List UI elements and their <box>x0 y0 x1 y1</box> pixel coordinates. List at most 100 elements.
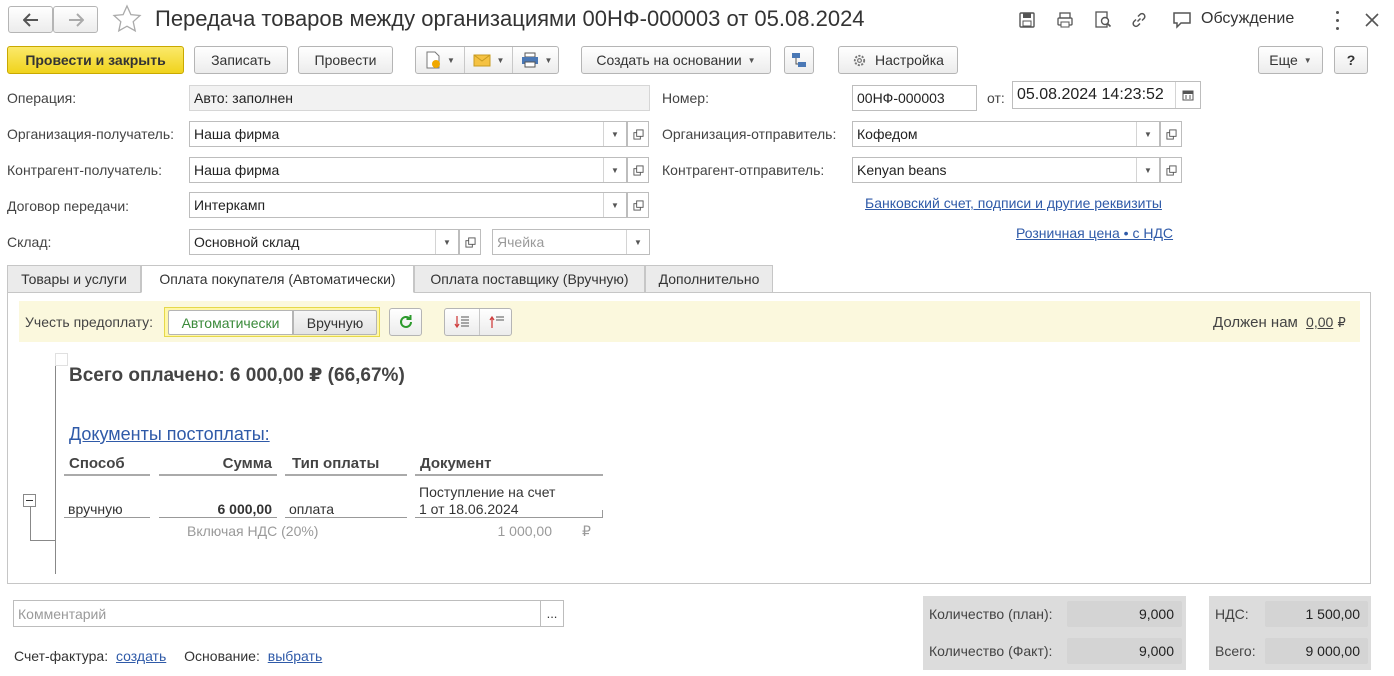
preview-icon[interactable] <box>1092 9 1114 31</box>
row-underline-type <box>285 517 407 518</box>
more-menu-button[interactable]: Еще ▼ <box>1258 46 1323 74</box>
attach-button[interactable]: ▼ <box>416 47 464 73</box>
sort-ascending-icon <box>488 315 504 328</box>
tab-goods-services[interactable]: Товары и услуги <box>7 265 141 293</box>
storage-cell-field[interactable]: Ячейка ▼ <box>492 229 650 255</box>
email-button[interactable]: ▼ <box>465 47 512 73</box>
refresh-icon <box>399 315 412 328</box>
calendar-icon[interactable] <box>1175 82 1200 108</box>
row-method[interactable]: вручную <box>68 501 123 517</box>
header-underline-document <box>415 474 603 476</box>
post-button[interactable]: Провести <box>298 46 393 74</box>
org-sender-field[interactable]: Кофедом ▼ <box>852 121 1160 147</box>
basis-select-link[interactable]: выбрать <box>268 648 323 664</box>
counterparty-sender-value: Kenyan beans <box>857 162 947 178</box>
print-icon[interactable] <box>1054 9 1076 31</box>
discussion-icon[interactable] <box>1171 9 1193 31</box>
post-and-close-button[interactable]: Провести и закрыть <box>7 46 184 74</box>
chevron-down-icon[interactable]: ▼ <box>1136 158 1159 182</box>
warehouse-open-button[interactable] <box>459 229 481 255</box>
counterparty-recipient-open-button[interactable] <box>627 157 649 183</box>
save-button[interactable]: Записать <box>194 46 288 74</box>
chevron-down-icon[interactable]: ▼ <box>626 230 649 254</box>
open-window-icon <box>632 199 644 211</box>
discussion-link[interactable]: Обсуждение <box>1201 10 1294 28</box>
close-icon[interactable] <box>1361 9 1383 31</box>
gear-icon <box>853 54 866 66</box>
settings-button[interactable]: Настройка <box>838 46 958 74</box>
org-recipient-value: Наша фирма <box>194 126 280 142</box>
refresh-button[interactable] <box>389 308 422 336</box>
col-payment-type: Тип оплаты <box>292 455 380 472</box>
sort-asc-button[interactable] <box>480 309 513 335</box>
favorite-star-icon[interactable] <box>112 4 142 37</box>
chevron-down-icon[interactable]: ▼ <box>435 230 458 254</box>
forward-button[interactable] <box>53 6 98 33</box>
comment-field[interactable]: Комментарий <box>13 600 541 627</box>
row-underline-document <box>415 517 603 518</box>
counterparty-sender-open-button[interactable] <box>1160 157 1182 183</box>
prepayment-manual-button[interactable]: Вручную <box>293 310 377 335</box>
collapse-icon[interactable] <box>23 494 36 507</box>
comment-expand-button[interactable]: ... <box>540 600 564 627</box>
chevron-down-icon[interactable]: ▼ <box>603 193 626 217</box>
org-recipient-open-button[interactable] <box>627 121 649 147</box>
org-recipient-label: Организация-получатель: <box>7 126 175 142</box>
arrow-right-icon <box>68 12 84 27</box>
row-document-line2[interactable]: 1 от 18.06.2024 <box>419 501 519 517</box>
storage-cell-placeholder: Ячейка <box>497 234 545 250</box>
open-window-icon <box>1165 164 1177 176</box>
qty-fact-value: 9,000 <box>1067 638 1182 664</box>
create-based-on-button[interactable]: Создать на основании ▼ <box>581 46 771 74</box>
help-button[interactable]: ? <box>1334 46 1368 74</box>
org-sender-open-button[interactable] <box>1160 121 1182 147</box>
prepayment-auto-button[interactable]: Автоматически <box>168 310 293 335</box>
counterparty-sender-field[interactable]: Kenyan beans ▼ <box>852 157 1160 183</box>
contract-open-button[interactable] <box>627 192 649 218</box>
contract-field[interactable]: Интеркамп ▼ <box>189 192 627 218</box>
link-icon[interactable] <box>1128 9 1150 31</box>
print-menu-button[interactable]: ▼ <box>513 47 560 73</box>
attachments-group: ▼ ▼ ▼ <box>415 46 559 74</box>
save-doc-icon[interactable] <box>1016 9 1038 31</box>
owes-us-value[interactable]: 0,00 <box>1306 314 1333 330</box>
retail-price-link[interactable]: Розничная цена • с НДС <box>1016 225 1173 241</box>
window-title: Передача товаров между организациями 00Н… <box>155 6 865 31</box>
invoice-create-link[interactable]: создать <box>116 648 166 664</box>
more-actions-icon[interactable] <box>1330 8 1344 32</box>
invoice-row: Счет-фактура: создать Основание: выбрать <box>14 648 322 664</box>
owes-us: Должен нам 0,00 ₽ <box>1213 314 1346 331</box>
org-sender-value: Кофедом <box>857 126 918 142</box>
settings-label: Настройка <box>875 52 944 68</box>
printer-icon <box>521 52 538 68</box>
tab-supplier-payment[interactable]: Оплата поставщику (Вручную) <box>414 265 645 293</box>
row-document-line1[interactable]: Поступление на счет <box>419 484 555 500</box>
sort-desc-button[interactable] <box>445 309 479 335</box>
chevron-down-icon[interactable]: ▼ <box>603 158 626 182</box>
tab-additional[interactable]: Дополнительно <box>645 265 773 293</box>
date-field[interactable]: 05.08.2024 14:23:52 <box>1012 81 1201 109</box>
number-field[interactable]: 00НФ-000003 <box>852 85 977 111</box>
vat-included-currency: ₽ <box>582 523 591 539</box>
vat-included-label: Включая НДС (20%) <box>187 523 319 539</box>
org-recipient-field[interactable]: Наша фирма ▼ <box>189 121 627 147</box>
postpayment-docs-header[interactable]: Документы постоплаты: <box>69 424 270 445</box>
date-label: от: <box>987 90 1005 106</box>
qty-fact-label: Количество (Факт): <box>929 643 1053 659</box>
invoice-label: Счет-фактура: <box>14 648 109 664</box>
row-underline-method <box>64 517 150 518</box>
row-amount[interactable]: 6 000,00 <box>159 501 273 517</box>
document-clip-icon <box>426 51 441 69</box>
tab-buyer-payment[interactable]: Оплата покупателя (Автоматически) <box>141 265 414 293</box>
operation-field[interactable]: Авто: заполнен <box>189 85 650 111</box>
envelope-icon <box>473 54 491 66</box>
chevron-down-icon[interactable]: ▼ <box>1136 122 1159 146</box>
warehouse-field[interactable]: Основной склад ▼ <box>189 229 459 255</box>
back-button[interactable] <box>8 6 53 33</box>
chevron-down-icon[interactable]: ▼ <box>603 122 626 146</box>
row-payment-type[interactable]: оплата <box>289 501 334 517</box>
comment-expand-label: ... <box>546 606 558 621</box>
counterparty-recipient-field[interactable]: Наша фирма ▼ <box>189 157 627 183</box>
bank-details-link[interactable]: Банковский счет, подписи и другие реквиз… <box>865 195 1162 211</box>
structure-button[interactable] <box>784 46 814 74</box>
